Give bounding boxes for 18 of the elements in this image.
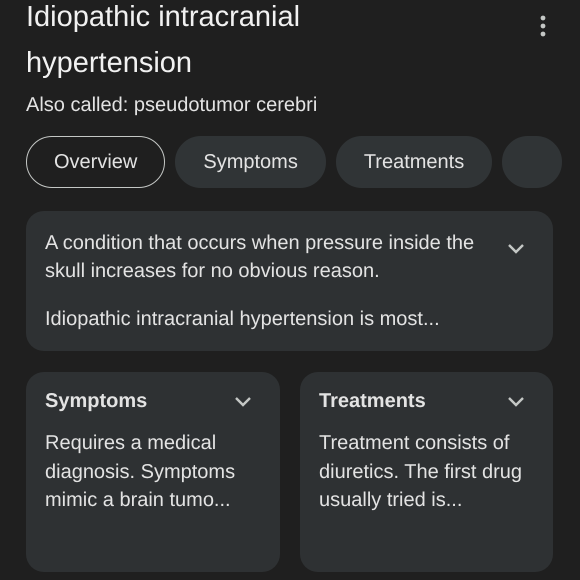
description-text: A condition that occurs when pressure inside the skull increases for no obvious reason. [45,231,475,284]
tab[interactable]: Symptoms [175,136,326,188]
page-title: Idiopathic intracranial hypertension [26,0,302,81]
summary-card[interactable]: Symptoms Requires a medical diagnosis. Symptoms mimic a brain tumo... [26,372,280,572]
overview-card[interactable]: A condition that occurs when pressure inside the skull increases for no obvious reason. Idiopathic intracranial hypertension is most... [26,211,553,351]
summary-card[interactable]: Treatments Treatment consists of diuretics. The first drug usually tried is... [300,372,553,572]
more-options-icon[interactable] [539,15,547,37]
chevron-icon[interactable] [507,396,525,408]
chevron-icon[interactable] [507,243,525,255]
card-text: Requires a medical diagnosis. Symptoms mimic a brain tumo... [45,431,236,513]
tab[interactable]: Treatments [336,136,492,188]
chevron-icon[interactable] [234,396,252,408]
description-text: Idiopathic intracranial hypertension is most... [45,307,441,332]
tab[interactable]: Overview [26,136,166,188]
card-heading: Treatments [319,390,426,413]
card-text: Treatment consists of diuretics. The first drug usually tried is... [319,431,524,513]
alternate-name: Also called: pseudotumor cerebri [26,94,318,117]
card-heading: Symptoms [45,390,148,413]
